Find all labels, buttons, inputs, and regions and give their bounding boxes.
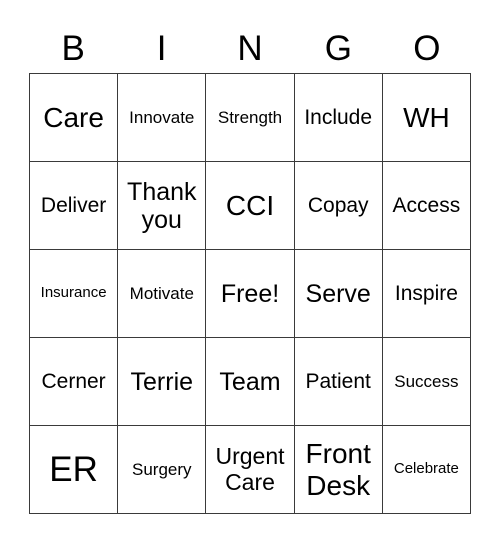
bingo-cell[interactable]: Serve	[294, 250, 383, 338]
bingo-cell[interactable]: Cerner	[30, 338, 119, 426]
bingo-cell[interactable]: Surgery	[118, 426, 207, 514]
bingo-cell[interactable]: Copay	[294, 162, 383, 250]
bingo-cell[interactable]: Motivate	[118, 250, 207, 338]
bingo-cell[interactable]: Deliver	[30, 162, 119, 250]
bingo-cell[interactable]: Inspire	[382, 250, 471, 338]
bingo-cell[interactable]: Urgent Care	[206, 426, 295, 514]
header-letter-i: I	[156, 29, 167, 68]
header-letter-g: G	[324, 29, 353, 68]
header-letter-n: N	[237, 29, 263, 68]
bingo-cell[interactable]: Team	[206, 338, 295, 426]
bingo-cell[interactable]: Patient	[294, 338, 383, 426]
bingo-cell[interactable]: Include	[294, 74, 383, 162]
bingo-cell[interactable]: Front Desk	[294, 426, 383, 514]
bingo-cell[interactable]: ER	[30, 426, 119, 514]
bingo-cell[interactable]: CCI	[206, 162, 295, 250]
bingo-cell[interactable]: Strength	[206, 74, 295, 162]
bingo-cell[interactable]: Success	[382, 338, 471, 426]
bingo-cell[interactable]: Innovate	[118, 74, 207, 162]
bingo-cell[interactable]: WH	[382, 74, 471, 162]
bingo-cell[interactable]: Insurance	[30, 250, 119, 338]
header-letter-b: B	[61, 29, 85, 68]
bingo-card-grid: Care Innovate Strength Include WH Delive…	[29, 73, 471, 514]
bingo-cell[interactable]: Access	[382, 162, 471, 250]
bingo-cell[interactable]: Celebrate	[382, 426, 471, 514]
bingo-cell free-space[interactable]: Free!	[206, 250, 295, 338]
bingo-cell[interactable]: Thank you	[118, 162, 207, 250]
bingo-header: B I N G O	[29, 26, 471, 72]
bingo-cell[interactable]: Terrie	[118, 338, 207, 426]
bingo-cell[interactable]: Care	[30, 74, 119, 162]
header-letter-o: O	[413, 29, 441, 68]
